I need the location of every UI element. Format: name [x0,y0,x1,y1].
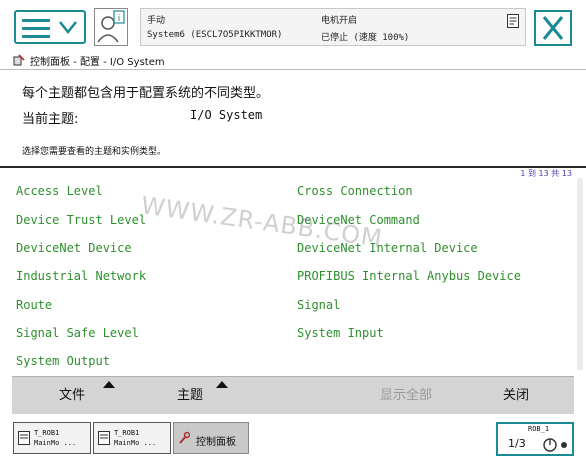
quickset-value: 1/3 [508,437,526,450]
config-header: 每个主题都包含用于配置系统的不同类型。 当前主题: I/O System 选择您… [0,70,586,166]
current-topic-value: I/O System [190,108,263,122]
type-cross-connection[interactable]: Cross Connection [297,184,413,198]
task-1-title: T_ROB1 [34,429,60,437]
task-3-title: 控制面板 [196,437,236,448]
type-route[interactable]: Route [16,298,52,312]
close-window-button[interactable] [534,10,572,46]
task-2-title: T_ROB1 [114,429,140,437]
current-topic-label: 当前主题: [22,112,79,127]
show-all-label: 显示全部 [379,388,432,403]
task-1-subtitle: MainMo ... [34,439,77,447]
user-info-icon: i [97,10,125,43]
close-button[interactable]: 关闭 [472,377,560,415]
type-devicenet-device[interactable]: DeviceNet Device [16,241,132,255]
file-menu-button[interactable]: 文件 [12,377,132,415]
type-system-output[interactable]: System Output [16,354,110,368]
description-text: 每个主题都包含用于配置系统的不同类型。 [22,86,270,101]
type-devicenet-internal-device[interactable]: DeviceNet Internal Device [297,241,478,255]
hamburger-icon [22,19,50,43]
type-devicenet-command[interactable]: DeviceNet Command [297,213,420,227]
breadcrumb-path: 控制面板 - 配置 - I/O System [30,57,165,68]
quickset-button[interactable]: ROB_1 1/3 [496,422,574,456]
type-device-trust-level[interactable]: Device Trust Level [16,213,146,227]
quickset-label: ROB_1 [528,425,550,433]
close-label: 关闭 [502,388,529,403]
run-state: 已停止 (速度 100%) [321,33,410,43]
breadcrumb: 控制面板 - 配置 - I/O System [0,50,586,70]
show-all-button[interactable]: 显示全部 [362,377,450,415]
type-access-level[interactable]: Access Level [16,184,103,198]
topics-menu-button[interactable]: 主题 [124,377,256,415]
operating-mode: 手动 [147,16,166,26]
status-bar[interactable]: 手动 System6 (ESCL7O5PIKKTMOR) 电机开启 已停止 (速… [140,8,526,46]
list-scrollbar[interactable] [577,178,583,370]
program-editor-icon [18,431,30,445]
program-editor-icon [98,431,110,445]
wrench-icon [179,431,190,444]
task-program-editor-1[interactable]: T_ROB1 MainMo ... [13,422,91,454]
menu-up-arrow-icon [216,381,228,388]
abb-menu-button[interactable] [14,10,86,44]
command-bar: 文件 主题 显示全部 关闭 [12,376,574,414]
task-program-editor-2[interactable]: T_ROB1 MainMo ... [93,422,171,454]
file-menu-label: 文件 [58,388,85,403]
type-list: Access Level Device Trust Level DeviceNe… [0,178,586,374]
divider [0,166,586,168]
chevron-down-icon [59,21,77,35]
instruction-text: 选择您需要查看的主题和实例类型。 [22,147,167,157]
type-signal-safe-level[interactable]: Signal Safe Level [16,326,139,340]
operator-window-icon[interactable]: i [94,8,128,46]
jog-mode-icon [543,438,567,452]
taskbar: T_ROB1 MainMo ... T_ROB1 MainMo ... 控制面板… [0,416,586,457]
close-icon [542,16,564,40]
event-log-icon [507,14,519,28]
control-panel-icon [13,54,25,66]
task-2-subtitle: MainMo ... [114,439,157,447]
topics-menu-label: 主题 [176,388,203,403]
svg-text:i: i [118,14,121,24]
top-bar: i 手动 System6 (ESCL7O5PIKKTMOR) 电机开启 已停止 … [0,0,586,50]
task-control-panel[interactable]: 控制面板 [173,422,249,454]
motor-state: 电机开启 [321,16,358,26]
type-profibus-internal-anybus-device[interactable]: PROFIBUS Internal Anybus Device [297,269,521,283]
type-signal[interactable]: Signal [297,298,340,312]
menu-up-arrow-icon [103,381,115,388]
type-system-input[interactable]: System Input [297,326,384,340]
type-industrial-network[interactable]: Industrial Network [16,269,146,283]
system-name: System6 (ESCL7O5PIKKTMOR) [147,30,283,40]
